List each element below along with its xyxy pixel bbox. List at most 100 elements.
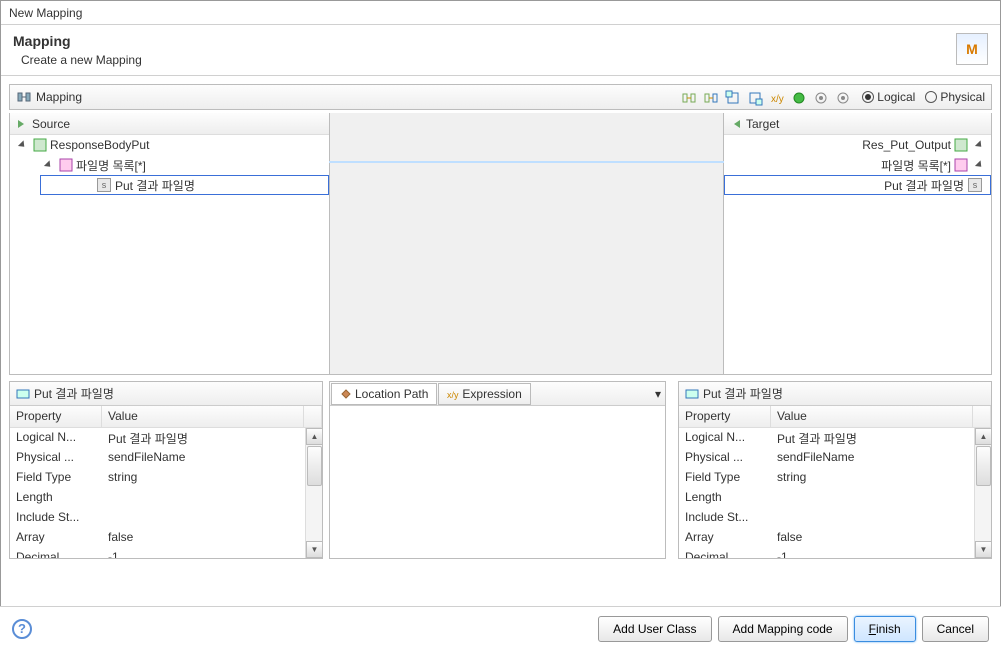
property-row[interactable]: Logical N...Put 결과 파일명 <box>679 428 991 448</box>
property-value <box>771 488 991 508</box>
list-icon <box>954 158 968 172</box>
add-user-class-button[interactable]: Add User Class <box>598 616 711 642</box>
property-name: Logical N... <box>10 428 102 448</box>
property-value: string <box>102 468 322 488</box>
property-row[interactable]: Field Typestring <box>679 468 991 488</box>
property-value <box>102 488 322 508</box>
tb-icon-1[interactable] <box>680 89 696 105</box>
property-row[interactable]: Physical ...sendFileName <box>679 448 991 468</box>
property-row[interactable]: Length <box>10 488 322 508</box>
target-tree[interactable]: Res_Put_Output 파일명 목록[*] Put 결과 파일명 s <box>724 135 991 374</box>
source-tree[interactable]: ResponseBodyPut 파일명 목록[*] s Put 결과 파일명 <box>10 135 329 374</box>
tb-icon-green-dot[interactable] <box>790 89 806 105</box>
tree-expander[interactable] <box>42 159 54 171</box>
button-label: Add User Class <box>613 622 696 636</box>
tab-dropdown-icon[interactable]: ▾ <box>655 387 661 401</box>
arrow-left-icon <box>730 118 742 130</box>
mapping-connection-line <box>329 161 724 163</box>
scroll-up-icon[interactable]: ▲ <box>975 428 991 445</box>
col-property[interactable]: Property <box>10 406 102 427</box>
tb-icon-3[interactable] <box>724 89 740 105</box>
page-title: Mapping <box>13 33 956 49</box>
expression-content[interactable] <box>330 406 665 558</box>
scrollbar-vertical[interactable]: ▲ ▼ <box>305 428 322 558</box>
source-properties-body[interactable]: Logical N...Put 결과 파일명Physical ...sendFi… <box>10 428 322 558</box>
source-selected-node[interactable]: s Put 결과 파일명 <box>40 175 329 195</box>
wizard-icon-label: M <box>966 41 978 57</box>
property-value: Put 결과 파일명 <box>771 428 991 448</box>
bottom-panels: Put 결과 파일명 Property Value Logical N...Pu… <box>9 381 992 559</box>
tree-expander[interactable] <box>973 139 985 151</box>
field-icon <box>16 387 30 401</box>
window-titlebar: New Mapping <box>1 1 1000 25</box>
window-title: New Mapping <box>9 6 82 20</box>
help-button[interactable]: ? <box>12 619 32 639</box>
target-panel: Target Res_Put_Output 파일명 목록[*] Put 결과 <box>723 113 991 374</box>
view-mode-physical[interactable]: Physical <box>925 90 985 104</box>
struct-icon <box>954 138 968 152</box>
scroll-down-icon[interactable]: ▼ <box>975 541 991 558</box>
col-value[interactable]: Value <box>102 406 304 427</box>
mapping-canvas[interactable] <box>330 113 723 374</box>
add-mapping-code-button[interactable]: Add Mapping code <box>718 616 848 642</box>
scroll-thumb[interactable] <box>307 446 322 486</box>
col-property[interactable]: Property <box>679 406 771 427</box>
target-selected-node[interactable]: Put 결과 파일명 s <box>724 175 991 195</box>
property-value <box>771 508 991 528</box>
content-area: Mapping x/y Logical Physical <box>1 76 1000 567</box>
tab-location-path[interactable]: Location Path <box>331 383 437 405</box>
property-row[interactable]: Logical N...Put 결과 파일명 <box>10 428 322 448</box>
property-row[interactable]: Include St... <box>679 508 991 528</box>
wizard-header: Mapping Create a new Mapping M <box>1 25 1000 76</box>
property-row[interactable]: Arrayfalse <box>679 528 991 548</box>
view-mode-logical[interactable]: Logical <box>862 90 915 104</box>
svg-text:x/y: x/y <box>447 390 459 400</box>
property-row[interactable]: Decimal-1 <box>679 548 991 558</box>
property-value: false <box>102 528 322 548</box>
tb-icon-gear-1[interactable] <box>812 89 828 105</box>
view-mode-radio-group: Logical Physical <box>862 90 985 104</box>
property-name: Array <box>10 528 102 548</box>
property-row[interactable]: Decimal-1 <box>10 548 322 558</box>
property-row[interactable]: Field Typestring <box>10 468 322 488</box>
scroll-thumb[interactable] <box>976 446 991 486</box>
scroll-up-icon[interactable]: ▲ <box>306 428 322 445</box>
expression-panel: Location Path x/y Expression ▾ <box>329 381 666 559</box>
button-label: Finish <box>869 622 901 636</box>
tb-icon-4[interactable] <box>746 89 762 105</box>
property-row[interactable]: Length <box>679 488 991 508</box>
list-icon <box>59 158 73 172</box>
target-properties-body[interactable]: Logical N...Put 결과 파일명Physical ...sendFi… <box>679 428 991 558</box>
col-value[interactable]: Value <box>771 406 973 427</box>
property-row[interactable]: Arrayfalse <box>10 528 322 548</box>
struct-icon <box>33 138 47 152</box>
property-row[interactable]: Physical ...sendFileName <box>10 448 322 468</box>
mapping-toolbar: Mapping x/y Logical Physical <box>9 84 992 110</box>
property-row[interactable]: Include St... <box>10 508 322 528</box>
tb-icon-xy[interactable]: x/y <box>768 89 784 105</box>
target-panel-label: Target <box>746 117 779 131</box>
property-name: Decimal <box>10 548 102 558</box>
scrollbar-vertical[interactable]: ▲ ▼ <box>974 428 991 558</box>
property-name: Include St... <box>10 508 102 528</box>
tb-icon-2[interactable] <box>702 89 718 105</box>
button-label: Add Mapping code <box>733 622 833 636</box>
property-value: -1 <box>102 548 322 558</box>
property-name: Length <box>10 488 102 508</box>
source-panel: Source ResponseBodyPut 파일명 목록[*] <box>10 113 330 374</box>
tree-expander[interactable] <box>973 159 985 171</box>
tree-expander[interactable] <box>16 139 28 151</box>
wizard-header-text: Mapping Create a new Mapping <box>13 33 956 67</box>
property-value: string <box>771 468 991 488</box>
source-child-label: 파일명 목록[*] <box>76 157 146 174</box>
tab-expression[interactable]: x/y Expression <box>438 383 530 405</box>
scroll-down-icon[interactable]: ▼ <box>306 541 322 558</box>
property-value: Put 결과 파일명 <box>102 428 322 448</box>
cancel-button[interactable]: Cancel <box>922 616 989 642</box>
target-properties-panel: Put 결과 파일명 Property Value Logical N...Pu… <box>678 381 992 559</box>
source-properties-panel: Put 결과 파일명 Property Value Logical N...Pu… <box>9 381 323 559</box>
radio-icon <box>862 91 874 103</box>
tb-icon-gear-2[interactable] <box>834 89 850 105</box>
finish-button[interactable]: Finish <box>854 616 916 642</box>
radio-icon <box>925 91 937 103</box>
